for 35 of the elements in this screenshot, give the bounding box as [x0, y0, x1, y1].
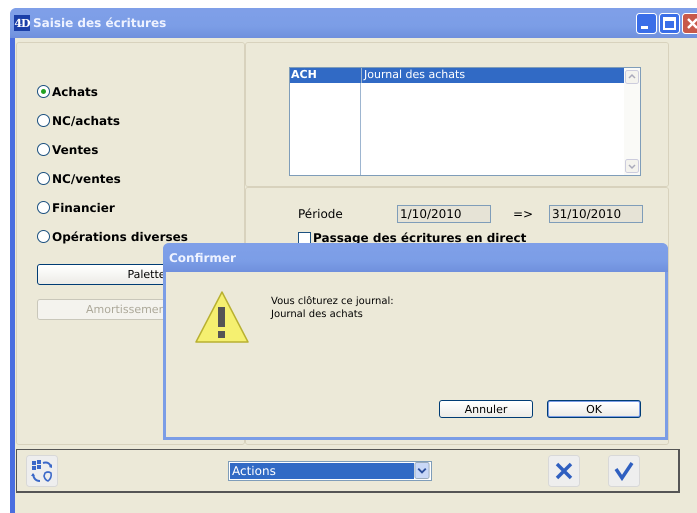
actions-dropdown[interactable]: Actions — [228, 460, 432, 480]
radio-button[interactable] — [37, 230, 50, 243]
checkbox[interactable] — [298, 232, 311, 244]
dialog-button[interactable]: Annuler — [439, 400, 533, 418]
close-button[interactable] — [682, 12, 697, 34]
dialog-title: Confirmer — [163, 243, 668, 272]
radio-label[interactable]: Opérations diverses — [52, 230, 188, 244]
app-logo: 4D — [14, 15, 30, 31]
confirm-button[interactable] — [608, 454, 640, 486]
radio-button[interactable] — [37, 85, 50, 98]
period-label: Période — [298, 207, 344, 221]
radio-label[interactable]: Financier — [52, 200, 115, 214]
checkbox-label[interactable]: Passage des écritures en direct — [313, 231, 526, 245]
dialog-message: Vous clôturez ce journal: — [271, 295, 394, 308]
cancel-button[interactable] — [548, 454, 580, 486]
radio-button[interactable] — [37, 114, 50, 127]
sync-icon[interactable] — [26, 454, 58, 486]
radio-button[interactable] — [37, 201, 50, 214]
minimize-button[interactable] — [636, 12, 657, 34]
radio-label[interactable]: Achats — [52, 84, 98, 98]
maximize-button[interactable] — [659, 12, 680, 34]
journal-name: Journal des achats — [362, 68, 466, 83]
end-date-field[interactable]: 31/10/2010 — [549, 205, 643, 223]
dialog-message: Journal des achats — [271, 308, 364, 321]
radio-label[interactable]: NC/achats — [52, 114, 120, 128]
radio-button[interactable] — [37, 172, 50, 185]
window-title: Saisie des écritures — [33, 16, 166, 30]
start-date-field[interactable]: 1/10/2010 — [397, 205, 491, 223]
radio-label[interactable]: NC/ventes — [52, 172, 121, 186]
list-row[interactable]: ACH Journal des achats — [290, 68, 624, 83]
range-arrow: => — [512, 207, 534, 221]
journal-code: ACH — [290, 68, 362, 83]
dialog-button[interactable]: OK — [547, 400, 641, 418]
radio-button[interactable] — [37, 143, 50, 156]
radio-label[interactable]: Ventes — [52, 142, 98, 156]
